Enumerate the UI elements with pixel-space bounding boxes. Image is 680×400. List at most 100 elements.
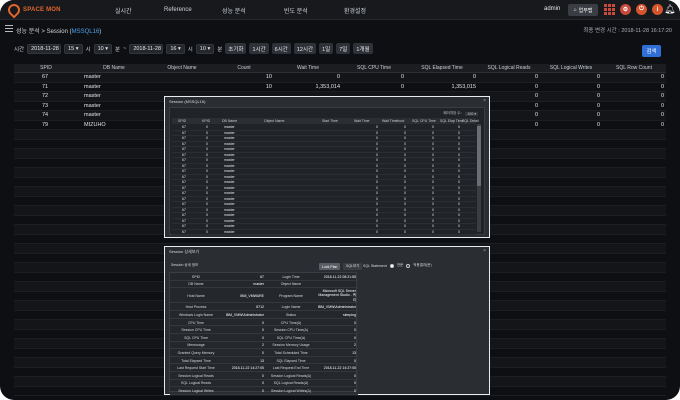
page-size-select[interactable]: 100 ▾ — [465, 111, 478, 116]
detail-row: Total Elapsed Time 13 SQL Elapsed Time 0 — [170, 357, 358, 365]
column-header[interactable]: Wait Time — [354, 118, 369, 124]
session-cell: 0 — [376, 229, 378, 234]
radio-full-text[interactable] — [389, 263, 394, 268]
nav-frequency-analysis[interactable]: 빈도 분석 — [284, 0, 308, 20]
column-header[interactable]: SQL Elapsed Time — [406, 64, 478, 73]
nav-settings[interactable]: 환경설정 — [344, 0, 366, 20]
range-1m-button[interactable]: 1개월 — [353, 43, 373, 54]
range-6h-button[interactable]: 6시간 — [271, 43, 291, 54]
range-12h-button[interactable]: 12시간 — [293, 43, 317, 54]
table-cell-wait: 1,353,014 — [315, 83, 340, 90]
session-cell: master — [224, 218, 235, 223]
start-hour-select[interactable]: 15 ▾ — [64, 43, 83, 54]
session-cell: 0 — [206, 141, 208, 146]
detail-key: SQL CPU Time(Δ) — [276, 335, 306, 340]
session-cell: 0 — [458, 152, 460, 157]
detail-key: Last Request End Time — [272, 366, 310, 371]
session-cell: master — [224, 196, 235, 201]
column-header[interactable]: Object Name — [264, 118, 284, 124]
column-header[interactable]: Object Name — [150, 64, 214, 73]
session-cell: master — [224, 202, 235, 206]
column-header[interactable]: DB Name — [222, 118, 237, 124]
detail-key: Status — [286, 312, 296, 317]
nav-reference[interactable]: Reference — [164, 0, 192, 20]
close-icon[interactable]: × — [483, 248, 486, 254]
column-header[interactable]: SQL Elap Time — [440, 118, 463, 124]
range-1d-button[interactable]: 1일 — [319, 43, 334, 54]
session-cell: 67 — [182, 169, 186, 173]
session-cell: 0 — [432, 185, 434, 190]
end-hour-select[interactable]: 16 ▾ — [166, 43, 185, 54]
column-header[interactable]: DB Name — [78, 64, 150, 73]
page-size-value: 100 — [467, 111, 474, 116]
table-row[interactable]: 71 master 10 1,353,014 0 1,353,015 0 0 0 — [14, 83, 666, 92]
nav-performance-analysis[interactable]: 성능 분석 — [222, 0, 246, 20]
settings-icon[interactable]: ⚙ — [620, 4, 631, 15]
detail-row: Session Logical Writes 0 Session Logical W… — [170, 387, 358, 395]
app-frame: SPACE MON 실시간 Reference 성능 분석 빈도 분석 환경설정… — [0, 0, 680, 400]
range-1h-button[interactable]: 1시간 — [249, 43, 269, 54]
session-cell: 0 — [432, 224, 434, 228]
home-button[interactable]: ⌂ 업무맵 — [568, 4, 598, 16]
table-cell-reads: 0 — [534, 83, 538, 90]
session-cell: 0 — [458, 191, 460, 195]
column-header[interactable]: KPID — [202, 118, 210, 124]
column-header[interactable]: Count — [214, 64, 274, 73]
column-header[interactable]: SPID — [178, 118, 186, 124]
close-icon[interactable]: × — [483, 98, 486, 104]
table-row[interactable]: 67 master 10 0 0 0 0 0 0 — [14, 73, 666, 83]
table-cell-writes: 0 — [596, 102, 600, 109]
end-minute-select[interactable]: 10 ▾ — [195, 43, 215, 54]
column-header[interactable]: SPID — [14, 64, 78, 73]
scrollbar-thumb[interactable] — [477, 126, 481, 186]
session-cell: 0 — [432, 180, 434, 184]
tab-sql-view[interactable]: SQL보기 — [343, 263, 363, 270]
start-date-input[interactable]: 2018-11-28 — [27, 43, 62, 54]
reset-button[interactable]: 초기화 — [225, 43, 247, 54]
column-header[interactable]: Wait Time — [274, 64, 342, 73]
bell-icon[interactable]: 🔔︎ — [664, 4, 675, 15]
table-cell-spid: 79 — [41, 121, 49, 128]
detail-key: CPU Time(Δ) — [280, 320, 302, 325]
menu-toggle-icon[interactable] — [5, 25, 13, 32]
column-header[interactable]: SQL CPU Time — [342, 64, 406, 73]
table-cell-writes: 0 — [596, 112, 600, 118]
nav-realtime[interactable]: 실시간 — [115, 0, 132, 20]
search-button[interactable]: 검색 — [642, 45, 661, 57]
detail-value — [316, 281, 358, 289]
vertical-scrollbar[interactable] — [477, 124, 481, 232]
logo[interactable]: SPACE MON — [5, 1, 61, 19]
radio-applied[interactable] — [406, 263, 411, 268]
session-cell: 67 — [182, 196, 186, 201]
grid-icon[interactable] — [604, 4, 615, 15]
column-header[interactable]: SQL Row Count — [602, 64, 666, 73]
column-header[interactable]: SQL CPU Time — [412, 118, 436, 124]
detail-value: 0 — [262, 381, 264, 386]
info-icon[interactable]: i — [652, 4, 663, 15]
session-row[interactable]: 67 0 master 0 0 0 0 — [172, 229, 476, 235]
column-header[interactable]: Start Time — [322, 118, 338, 124]
detail-value: 2 — [354, 343, 356, 348]
column-header[interactable]: Wait Timeboot — [382, 118, 404, 124]
table-cell-count: 10 — [265, 74, 272, 80]
session-cell: 0 — [432, 152, 434, 157]
session-cell: 0 — [432, 158, 434, 162]
session-cell: 0 — [376, 191, 378, 195]
end-date-input[interactable]: 2018-11-28 — [129, 43, 164, 54]
range-7d-button[interactable]: 7일 — [336, 43, 351, 54]
detail-value: 0 — [354, 381, 356, 386]
start-minute-select[interactable]: 10 ▾ — [93, 43, 113, 54]
session-cell: 0 — [206, 174, 208, 179]
tab-lock-plan[interactable]: Lock Plan — [319, 263, 341, 270]
table-cell-rowcnt: 0 — [660, 83, 664, 90]
column-header[interactable]: SQL Logical Reads — [478, 64, 540, 73]
session-cell: 67 — [182, 158, 186, 162]
last-changed-time: 최종 변경 시간 : 2018-11-28 16:17:20 — [583, 28, 672, 34]
column-header[interactable]: SQL Logical Writes — [540, 64, 602, 73]
session-cell: 0 — [458, 224, 460, 228]
power-icon[interactable]: ⏻ — [636, 4, 647, 15]
minute-unit-label: 분 — [217, 46, 223, 53]
session-cell: 0 — [458, 163, 460, 168]
detail-value: 0 — [354, 388, 356, 393]
table-cell-rowcnt: 0 — [660, 121, 664, 128]
